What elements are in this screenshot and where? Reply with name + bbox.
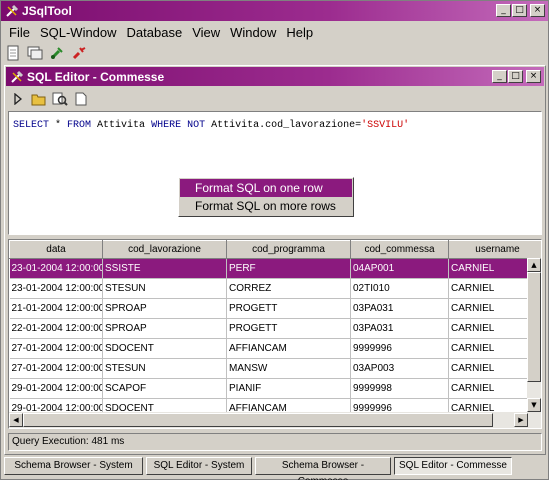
menu-item-format-more-rows[interactable]: Format SQL on more rows — [180, 197, 352, 215]
sql-editor-window: SQL Editor - Commesse _ □ × SELECT * FRO… — [4, 65, 546, 455]
table-cell[interactable]: AFFIANCAM — [226, 338, 351, 359]
table-cell[interactable]: 04AP001 — [350, 258, 449, 279]
sql-keyword: WHERE NOT — [151, 120, 206, 131]
context-menu: Format SQL on one row Format SQL on more… — [178, 177, 354, 217]
table-cell[interactable]: 03AP003 — [350, 358, 449, 379]
table-row[interactable]: 27-01-2004 12:00:00 STESUN MANSW 03AP003… — [9, 358, 541, 379]
sql-text: * — [49, 120, 68, 131]
minimize-icon[interactable]: _ — [492, 70, 507, 83]
table-cell[interactable]: MANSW — [226, 358, 351, 379]
table-row[interactable]: 23-01-2004 12:00:00 SSISTE PERF 04AP001 … — [9, 258, 541, 279]
sql-text: Attivita.cod_lavorazione= — [205, 120, 362, 131]
table-cell[interactable]: PIANIF — [226, 378, 351, 399]
scroll-right-icon[interactable]: ▶ — [514, 413, 528, 427]
sql-keyword: SELECT — [13, 120, 50, 131]
results-table: data cod_lavorazione cod_programma cod_c… — [9, 240, 541, 419]
table-cell[interactable]: 29-01-2004 12:00:00 — [9, 378, 103, 399]
table-cell[interactable]: SPROAP — [102, 298, 227, 319]
vertical-scrollbar[interactable]: ▲ ▼ — [527, 258, 541, 412]
tools-icon — [4, 3, 20, 19]
column-header[interactable]: username — [448, 240, 541, 259]
table-cell[interactable]: PROGETT — [226, 298, 351, 319]
scroll-left-icon[interactable]: ◀ — [9, 413, 23, 427]
open-icon[interactable] — [30, 90, 48, 108]
table-cell[interactable]: SCAPOF — [102, 378, 227, 399]
page-icon[interactable] — [72, 90, 90, 108]
sql-string: 'SSVILU' — [361, 120, 410, 131]
menu-help[interactable]: Help — [281, 25, 318, 40]
menu-item-format-one-row[interactable]: Format SQL on one row — [180, 179, 352, 197]
close-icon[interactable]: × — [530, 4, 545, 17]
tab-sql-editor-system[interactable]: SQL Editor - System — [146, 457, 252, 475]
editor-toolbar — [9, 90, 90, 108]
scroll-down-icon[interactable]: ▼ — [527, 398, 541, 412]
table-cell[interactable]: 27-01-2004 12:00:00 — [9, 358, 103, 379]
editor-title-bar[interactable]: SQL Editor - Commesse _ □ × — [6, 67, 544, 86]
table-cell[interactable]: 23-01-2004 12:00:00 — [9, 278, 103, 299]
column-header[interactable]: cod_lavorazione — [102, 240, 227, 259]
table-row[interactable]: 22-01-2004 12:00:00 SPROAP PROGETT 03PA0… — [9, 318, 541, 339]
app-title: JSqlTool — [22, 4, 72, 18]
table-cell[interactable]: 02TI010 — [350, 278, 449, 299]
menu-file[interactable]: File — [4, 25, 35, 40]
app-title-bar[interactable]: JSqlTool _ □ × — [1, 1, 548, 21]
tab-schema-browser-commesse[interactable]: Schema Browser - Commesse — [255, 457, 391, 480]
table-row[interactable]: 23-01-2004 12:00:00 STESUN CORREZ 02TI01… — [9, 278, 541, 299]
table-cell[interactable]: PROGETT — [226, 318, 351, 339]
main-toolbar — [4, 43, 88, 63]
sql-text: Attivita — [91, 120, 152, 131]
menu-view[interactable]: View — [187, 25, 225, 40]
scroll-up-icon[interactable]: ▲ — [527, 258, 541, 272]
table-cell[interactable]: STESUN — [102, 278, 227, 299]
sql-keyword: FROM — [67, 120, 92, 131]
table-cell[interactable]: SPROAP — [102, 318, 227, 339]
column-header[interactable]: data — [9, 240, 103, 259]
table-cell[interactable]: SDOCENT — [102, 338, 227, 359]
window-tabs: Schema Browser - System SQL Editor - Sys… — [4, 457, 512, 480]
scroll-thumb[interactable] — [527, 272, 541, 382]
menu-window[interactable]: Window — [225, 25, 281, 40]
maximize-icon[interactable]: □ — [512, 4, 527, 17]
table-cell[interactable]: 23-01-2004 12:00:00 — [9, 258, 103, 279]
column-header[interactable]: cod_programma — [226, 240, 351, 259]
tab-sql-editor-commesse[interactable]: SQL Editor - Commesse — [394, 457, 512, 475]
table-cell[interactable]: PERF — [226, 258, 351, 279]
table-cell[interactable]: 22-01-2004 12:00:00 — [9, 318, 103, 339]
maximize-icon[interactable]: □ — [508, 70, 523, 83]
new-document-icon[interactable] — [4, 44, 22, 62]
menu-database[interactable]: Database — [122, 25, 188, 40]
table-cell[interactable]: 9999996 — [350, 338, 449, 359]
table-row[interactable]: 27-01-2004 12:00:00 SDOCENT AFFIANCAM 99… — [9, 338, 541, 359]
table-cell[interactable]: STESUN — [102, 358, 227, 379]
results-grid: data cod_lavorazione cod_programma cod_c… — [8, 239, 542, 429]
editor-title: SQL Editor - Commesse — [27, 69, 165, 84]
table-cell[interactable]: 9999998 — [350, 378, 449, 399]
disconnect-icon[interactable] — [70, 44, 88, 62]
table-cell[interactable]: CORREZ — [226, 278, 351, 299]
table-cell[interactable]: SSISTE — [102, 258, 227, 279]
horizontal-scrollbar[interactable]: ◀ ▶ — [9, 412, 541, 428]
search-icon[interactable] — [51, 90, 69, 108]
menu-bar: File SQL-Window Database View Window Hel… — [4, 22, 318, 42]
connect-icon[interactable] — [48, 44, 66, 62]
table-cell[interactable]: 21-01-2004 12:00:00 — [9, 298, 103, 319]
minimize-icon[interactable]: _ — [496, 4, 511, 17]
table-row[interactable]: 29-01-2004 12:00:00 SCAPOF PIANIF 999999… — [9, 378, 541, 399]
tools-icon — [9, 69, 25, 85]
table-cell[interactable]: 27-01-2004 12:00:00 — [9, 338, 103, 359]
main-window: JSqlTool _ □ × File SQL-Window Database … — [0, 0, 549, 480]
run-icon[interactable] — [9, 90, 27, 108]
table-row[interactable]: 21-01-2004 12:00:00 SPROAP PROGETT 03PA0… — [9, 298, 541, 319]
status-bar: Query Execution: 481 ms — [8, 433, 542, 451]
window-icon[interactable] — [26, 44, 44, 62]
table-cell[interactable]: 03PA031 — [350, 318, 449, 339]
column-header[interactable]: cod_commessa — [350, 240, 449, 259]
tab-schema-browser-system[interactable]: Schema Browser - System — [4, 457, 143, 475]
close-icon[interactable]: × — [526, 70, 541, 83]
scroll-thumb[interactable] — [23, 413, 493, 427]
table-cell[interactable]: 03PA031 — [350, 298, 449, 319]
menu-sql-window[interactable]: SQL-Window — [35, 25, 122, 40]
